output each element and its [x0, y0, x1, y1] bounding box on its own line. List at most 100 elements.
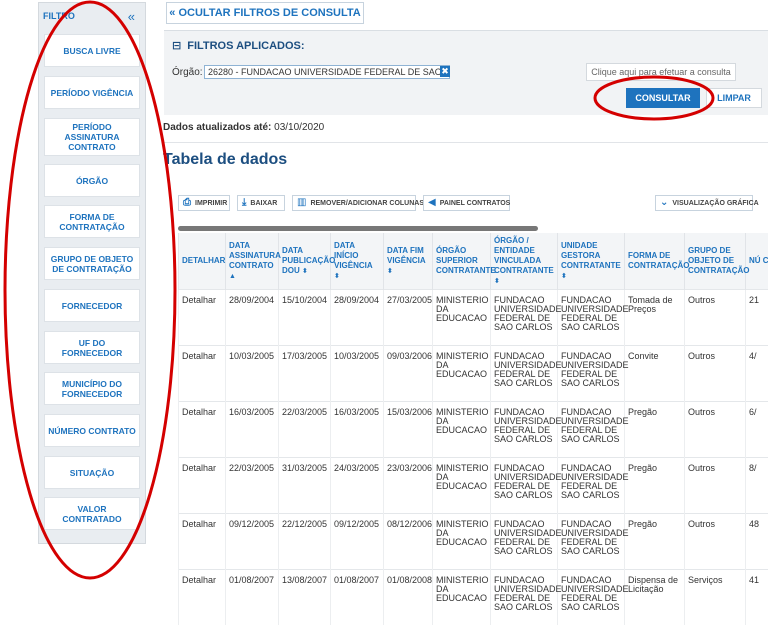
table-cell: Pregão	[625, 458, 685, 514]
table-cell: MINISTERIO DA EDUCACAO	[433, 570, 491, 625]
detalhar-link[interactable]: Detalhar	[179, 402, 226, 458]
table-cell: Pregão	[625, 514, 685, 570]
hide-filters-button[interactable]: « OCULTAR FILTROS DE CONSULTA	[166, 2, 364, 24]
chart-view-button[interactable]: ⌄VISUALIZAÇÃO GRÁFICA	[655, 195, 753, 211]
table-cell: Dispensa de Licitação	[625, 570, 685, 625]
table-cell: Serviços	[685, 570, 746, 625]
sort-icon: ⬍	[387, 268, 393, 275]
sort-icon: ⬍	[494, 278, 500, 285]
print-button[interactable]: ⎙ IMPRIMIR	[178, 195, 230, 211]
data-updated-label: Dados atualizados até:	[163, 122, 271, 133]
print-label: IMPRIMIR	[195, 200, 227, 207]
table-cell: 48	[746, 514, 768, 570]
chart-view-label: VISUALIZAÇÃO GRÁFICA	[672, 200, 758, 207]
col-header-grupo-objeto[interactable]: GRUPO DE OBJETO DE CONTRATAÇÃO	[685, 233, 746, 290]
contracts-table: DETALHAR DATA ASSINATURA CONTRATO ▲ DATA…	[178, 233, 768, 625]
sidebar-item-valor-contratado[interactable]: VALOR CONTRATADO	[44, 497, 140, 530]
table-cell: 31/03/2005	[279, 458, 331, 514]
detalhar-link[interactable]: Detalhar	[179, 346, 226, 402]
col-header-data-inicio[interactable]: DATA INÍCIO VIGÊNCIA ⬍	[331, 233, 384, 290]
sidebar-item-municipio-fornecedor[interactable]: MUNICÍPIO DO FORNECEDOR	[44, 372, 140, 405]
download-button[interactable]: ⤓BAIXAR	[237, 195, 285, 211]
sort-icon: ⬍	[302, 268, 308, 275]
columns-button[interactable]: ▥REMOVER/ADICIONAR COLUNAS	[292, 195, 416, 211]
table-cell: FUNDACAO UNIVERSIDADE FEDERAL DE SAO CAR…	[558, 290, 625, 346]
table-cell: FUNDACAO UNIVERSIDADE FEDERAL DE SAO CAR…	[558, 458, 625, 514]
collapse-filters-icon[interactable]: ⊟	[172, 40, 181, 52]
arrow-circle-icon: ◀	[428, 198, 436, 208]
table-cell: 28/09/2004	[331, 290, 384, 346]
horizontal-scrollbar[interactable]	[178, 226, 538, 231]
col-header-data-assinatura[interactable]: DATA ASSINATURA CONTRATO ▲	[226, 233, 279, 290]
table-cell: Outros	[685, 290, 746, 346]
sidebar-item-grupo-objeto[interactable]: GRUPO DE OBJETO DE CONTRATAÇÃO	[44, 247, 140, 280]
table-cell: 22/03/2005	[279, 402, 331, 458]
table-cell: 6/	[746, 402, 768, 458]
table-cell: Outros	[685, 514, 746, 570]
remove-filter-icon[interactable]: ✖	[440, 66, 450, 77]
table-cell: FUNDACAO UNIVERSIDADE FEDERAL DE SAO CAR…	[491, 290, 558, 346]
columns-icon: ▥	[297, 198, 306, 208]
table-cell: 10/03/2005	[331, 346, 384, 402]
detalhar-link[interactable]: Detalhar	[179, 458, 226, 514]
applied-filters-panel: ⊟FILTROS APLICADOS: Órgão: 26280 - FUNDA…	[164, 30, 768, 115]
download-label: BAIXAR	[250, 200, 277, 207]
applied-filters-title[interactable]: ⊟FILTROS APLICADOS:	[172, 39, 305, 52]
sidebar-item-periodo-vigencia[interactable]: PERÍODO VIGÊNCIA	[44, 76, 140, 109]
table-cell: 16/03/2005	[226, 402, 279, 458]
sidebar-item-fornecedor[interactable]: FORNECEDOR	[44, 289, 140, 322]
sidebar-item-uf-fornecedor[interactable]: UF DO FORNECEDOR	[44, 331, 140, 364]
sidebar-item-forma-contratacao[interactable]: FORMA DE CONTRATAÇÃO	[44, 205, 140, 238]
table-cell: MINISTERIO DA EDUCACAO	[433, 458, 491, 514]
table-cell: MINISTERIO DA EDUCACAO	[433, 346, 491, 402]
sort-asc-icon: ▲	[229, 273, 236, 280]
table-row: Detalhar22/03/200531/03/200524/03/200523…	[179, 458, 768, 514]
table-cell: 15/03/2006	[384, 402, 433, 458]
table-cell: FUNDACAO UNIVERSIDADE FEDERAL DE SAO CAR…	[491, 346, 558, 402]
consultar-button[interactable]: CONSULTAR	[626, 88, 700, 108]
table-cell: Tomada de Preços	[625, 290, 685, 346]
detalhar-link[interactable]: Detalhar	[179, 570, 226, 625]
detalhar-link[interactable]: Detalhar	[179, 290, 226, 346]
detalhar-link[interactable]: Detalhar	[179, 514, 226, 570]
sidebar-item-busca-livre[interactable]: BUSCA LIVRE	[44, 34, 140, 67]
table-cell: 01/08/2007	[331, 570, 384, 625]
columns-label: REMOVER/ADICIONAR COLUNAS	[310, 200, 424, 207]
table-cell: 22/03/2005	[226, 458, 279, 514]
table-cell: FUNDACAO UNIVERSIDADE FEDERAL DE SAO CAR…	[558, 402, 625, 458]
table-cell: FUNDACAO UNIVERSIDADE FEDERAL DE SAO CAR…	[491, 458, 558, 514]
printer-icon: ⎙	[183, 198, 191, 208]
table-cell: FUNDACAO UNIVERSIDADE FEDERAL DE SAO CAR…	[491, 514, 558, 570]
limpar-button[interactable]: LIMPAR	[706, 88, 762, 108]
table-cell: 28/09/2004	[226, 290, 279, 346]
col-header-numero-contrato[interactable]: NÚ CO	[746, 233, 768, 290]
sidebar-item-periodo-assinatura[interactable]: PERÍODO ASSINATURA CONTRATO	[44, 118, 140, 156]
col-header-unidade-gestora[interactable]: UNIDADE GESTORA CONTRATANTE ⬍	[558, 233, 625, 290]
table-cell: 4/	[746, 346, 768, 402]
sort-icon: ⬍	[561, 273, 567, 280]
query-hint: Clique aqui para efetuar a consulta	[586, 63, 736, 81]
panel-contracts-button[interactable]: ◀PAINEL CONTRATOS	[423, 195, 510, 211]
table-cell: 09/03/2006	[384, 346, 433, 402]
sidebar-item-orgao[interactable]: ÓRGÃO	[44, 164, 140, 197]
table-cell: 41	[746, 570, 768, 625]
col-header-orgao-superior[interactable]: ÓRGÃO SUPERIOR CONTRATANTE	[433, 233, 491, 290]
sidebar-item-situacao[interactable]: SITUAÇÃO	[44, 456, 140, 489]
orgao-filter-tag: 26280 - FUNDACAO UNIVERSIDADE FEDERAL DE…	[204, 65, 450, 79]
col-header-forma-contratacao[interactable]: FORMA DE CONTRATAÇÃO	[625, 233, 685, 290]
col-header-data-fim[interactable]: DATA FIM VIGÊNCIA ⬍	[384, 233, 433, 290]
sidebar-item-numero-contrato[interactable]: NÚMERO CONTRATO	[44, 414, 140, 447]
table-cell: 17/03/2005	[279, 346, 331, 402]
table-cell: 10/03/2005	[226, 346, 279, 402]
collapse-sidebar-icon[interactable]: «	[128, 12, 135, 22]
chevron-down-circle-icon: ⌄	[660, 198, 668, 208]
section-title: Tabela de dados	[163, 151, 287, 169]
table-cell: FUNDACAO UNIVERSIDADE FEDERAL DE SAO CAR…	[558, 346, 625, 402]
col-header-orgao-entidade[interactable]: ÓRGÃO / ENTIDADE VINCULADA CONTRATANTE ⬍	[491, 233, 558, 290]
table-cell: Outros	[685, 458, 746, 514]
table-cell: 16/03/2005	[331, 402, 384, 458]
table-cell: 15/10/2004	[279, 290, 331, 346]
col-header-data-publicacao[interactable]: DATA PUBLICAÇÃO DOU ⬍	[279, 233, 331, 290]
table-cell: 01/08/2008	[384, 570, 433, 625]
table-row: Detalhar16/03/200522/03/200516/03/200515…	[179, 402, 768, 458]
